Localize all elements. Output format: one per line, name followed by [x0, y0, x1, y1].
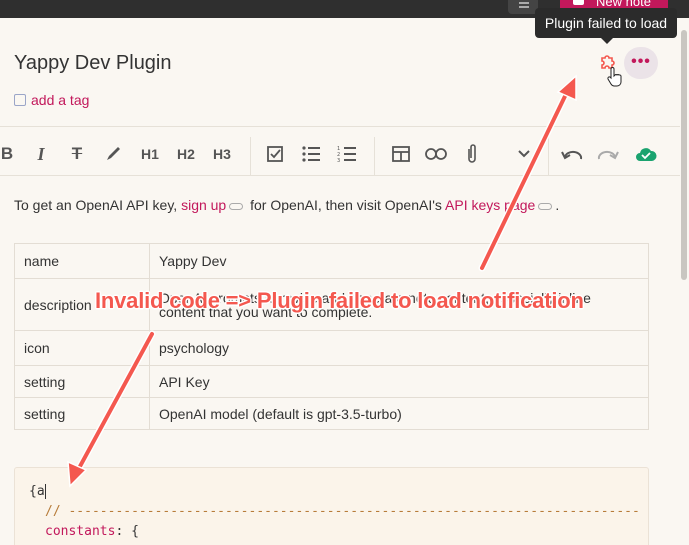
svg-text:3: 3 — [337, 158, 340, 163]
table-cell-value[interactable]: API Key — [149, 365, 649, 398]
intro-paragraph: To get an OpenAI API key, sign up for Op… — [14, 197, 559, 213]
link-icon — [538, 202, 553, 210]
checklist-icon[interactable] — [264, 137, 286, 171]
add-tag-label: add a tag — [31, 92, 90, 108]
table-cell-key[interactable]: setting — [14, 397, 150, 430]
italic-icon[interactable]: I — [32, 137, 50, 171]
plugin-settings-table: name Yappy Dev description OpenAI prompt… — [14, 243, 649, 430]
note-title[interactable]: Yappy Dev Plugin — [14, 52, 172, 75]
table-cell-key[interactable]: setting — [14, 365, 150, 398]
more-options-button[interactable]: ••• — [624, 47, 658, 79]
intro-suffix: . — [555, 197, 560, 213]
table-row: icon psychology — [14, 330, 649, 366]
table-cell-key[interactable]: name — [14, 243, 150, 279]
table-cell-key[interactable]: icon — [14, 330, 150, 366]
intro-prefix: To get an OpenAI API key, — [14, 197, 178, 213]
divider — [0, 126, 680, 127]
redo-icon[interactable] — [596, 137, 620, 171]
numbered-list-icon[interactable]: 123 — [336, 137, 358, 171]
code-line: {a — [29, 484, 46, 499]
undo-icon[interactable] — [560, 137, 584, 171]
add-tag-button[interactable]: add a tag — [14, 92, 89, 108]
table-row: name Yappy Dev — [14, 243, 649, 279]
intro-middle: for OpenAI, then visit OpenAI's — [250, 197, 442, 213]
toolbar-divider — [548, 137, 549, 175]
code-key: constants — [45, 524, 116, 539]
bullet-list-icon[interactable] — [300, 137, 322, 171]
link-icon[interactable] — [424, 137, 448, 171]
table-cell-value[interactable]: OpenAI model (default is gpt-3.5-turbo) — [149, 397, 649, 430]
toolbar-divider — [374, 137, 375, 175]
api-keys-link[interactable]: API keys page — [445, 197, 535, 213]
table-cell-value[interactable]: Yappy Dev — [149, 243, 649, 279]
highlight-brush-icon[interactable] — [102, 137, 124, 171]
heading-1-button[interactable]: H1 — [138, 137, 162, 171]
plugin-error-icon[interactable] — [596, 54, 618, 72]
arrow-to-plugin-icon — [478, 74, 577, 272]
table-icon[interactable] — [390, 137, 412, 171]
divider — [0, 175, 680, 176]
plugin-error-tooltip: Plugin failed to load — [535, 8, 677, 44]
tooltip-text: Plugin failed to load — [544, 15, 668, 31]
code-block[interactable]: {a // ----------------------------------… — [14, 467, 649, 545]
tag-icon — [14, 94, 26, 106]
code-line: constants: { — [45, 524, 139, 539]
attachment-icon[interactable] — [462, 137, 482, 171]
heading-3-button[interactable]: H3 — [210, 137, 234, 171]
code-line-1: {a — [29, 484, 45, 499]
code-punct: : { — [115, 524, 139, 539]
table-cell-value[interactable]: psychology — [149, 330, 649, 366]
synced-cloud-icon — [634, 137, 658, 171]
scrollbar[interactable] — [681, 30, 687, 280]
bold-icon[interactable]: B — [0, 137, 14, 171]
chevron-down-icon[interactable] — [514, 137, 534, 171]
heading-2-button[interactable]: H2 — [174, 137, 198, 171]
toolbar-divider — [250, 137, 251, 175]
table-row: setting API Key — [14, 365, 649, 398]
annotation-caption: Invalid code => Plugin failed to load no… — [95, 288, 584, 313]
table-row: setting OpenAI model (default is gpt-3.5… — [14, 397, 649, 430]
code-comment-line: // -------------------------------------… — [45, 504, 640, 519]
strikethrough-icon[interactable]: T — [66, 137, 88, 171]
layout-toggle-icon[interactable] — [508, 0, 538, 14]
plus-icon — [573, 0, 584, 5]
editor-toolbar: B I T H1 H2 H3 123 — [0, 137, 680, 175]
sign-up-link[interactable]: sign up — [181, 197, 226, 213]
link-icon — [229, 202, 244, 210]
text-cursor — [44, 484, 46, 499]
